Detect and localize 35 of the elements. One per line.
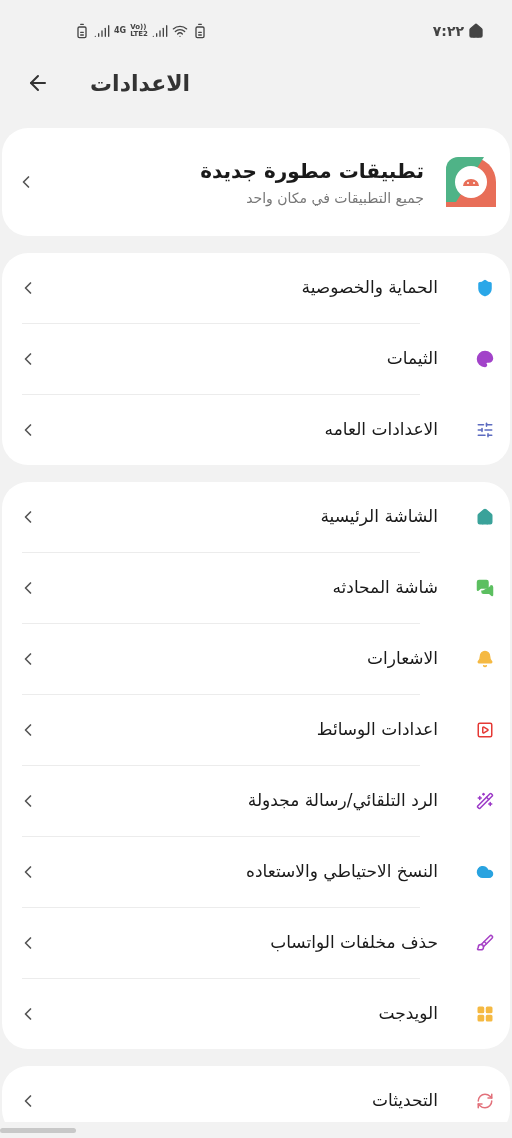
settings-item[interactable]: اعدادات الوسائط [2, 695, 510, 765]
settings-item[interactable]: شاشة المحادثه [2, 553, 510, 623]
bell-icon [476, 650, 494, 668]
page-title: الاعدادات [90, 69, 192, 98]
featured-title: تطبيقات مطورة جديدة [199, 157, 424, 185]
chat-icon [476, 579, 494, 597]
settings-item[interactable]: النسخ الاحتياطي والاستعاده [2, 837, 510, 907]
hotspot-icon [171, 23, 188, 39]
home-icon [468, 23, 484, 39]
play-icon [476, 721, 494, 739]
settings-item[interactable]: الاشعارات [2, 624, 510, 694]
settings-item[interactable]: الشاشة الرئيسية [2, 482, 510, 552]
home-icon [476, 508, 494, 526]
palette-icon [476, 350, 494, 368]
shield-icon [476, 279, 494, 297]
signal-icon [151, 23, 168, 39]
settings-item[interactable]: الثيمات [2, 324, 510, 394]
settings-item[interactable]: الويدجت [2, 979, 510, 1049]
featured-subtitle: جميع التطبيقات في مكان واحد [245, 188, 424, 209]
battery-icon [74, 23, 90, 39]
sliders-icon [476, 421, 494, 439]
network-label: 4G [114, 27, 127, 35]
featured-card[interactable]: تطبيقات مطورة جديدة جميع التطبيقات في مكان واحد [2, 128, 510, 236]
widgets-icon [476, 1005, 494, 1023]
settings-item[interactable]: التحديثات [2, 1066, 510, 1122]
magic-wand-icon [476, 792, 494, 810]
android-app-icon [446, 157, 496, 207]
settings-item[interactable]: الرد التلقائي/رسالة مجدولة [2, 766, 510, 836]
cloud-icon [476, 863, 494, 881]
refresh-icon [476, 1092, 494, 1110]
signal-icon [94, 23, 110, 39]
settings-item[interactable]: الاعدادات العامه [2, 395, 510, 465]
settings-item[interactable]: حذف مخلفات الواتساب [2, 908, 510, 978]
status-time: ٧:٢٢ [432, 21, 464, 41]
settings-item[interactable]: الحماية والخصوصية [2, 253, 510, 323]
